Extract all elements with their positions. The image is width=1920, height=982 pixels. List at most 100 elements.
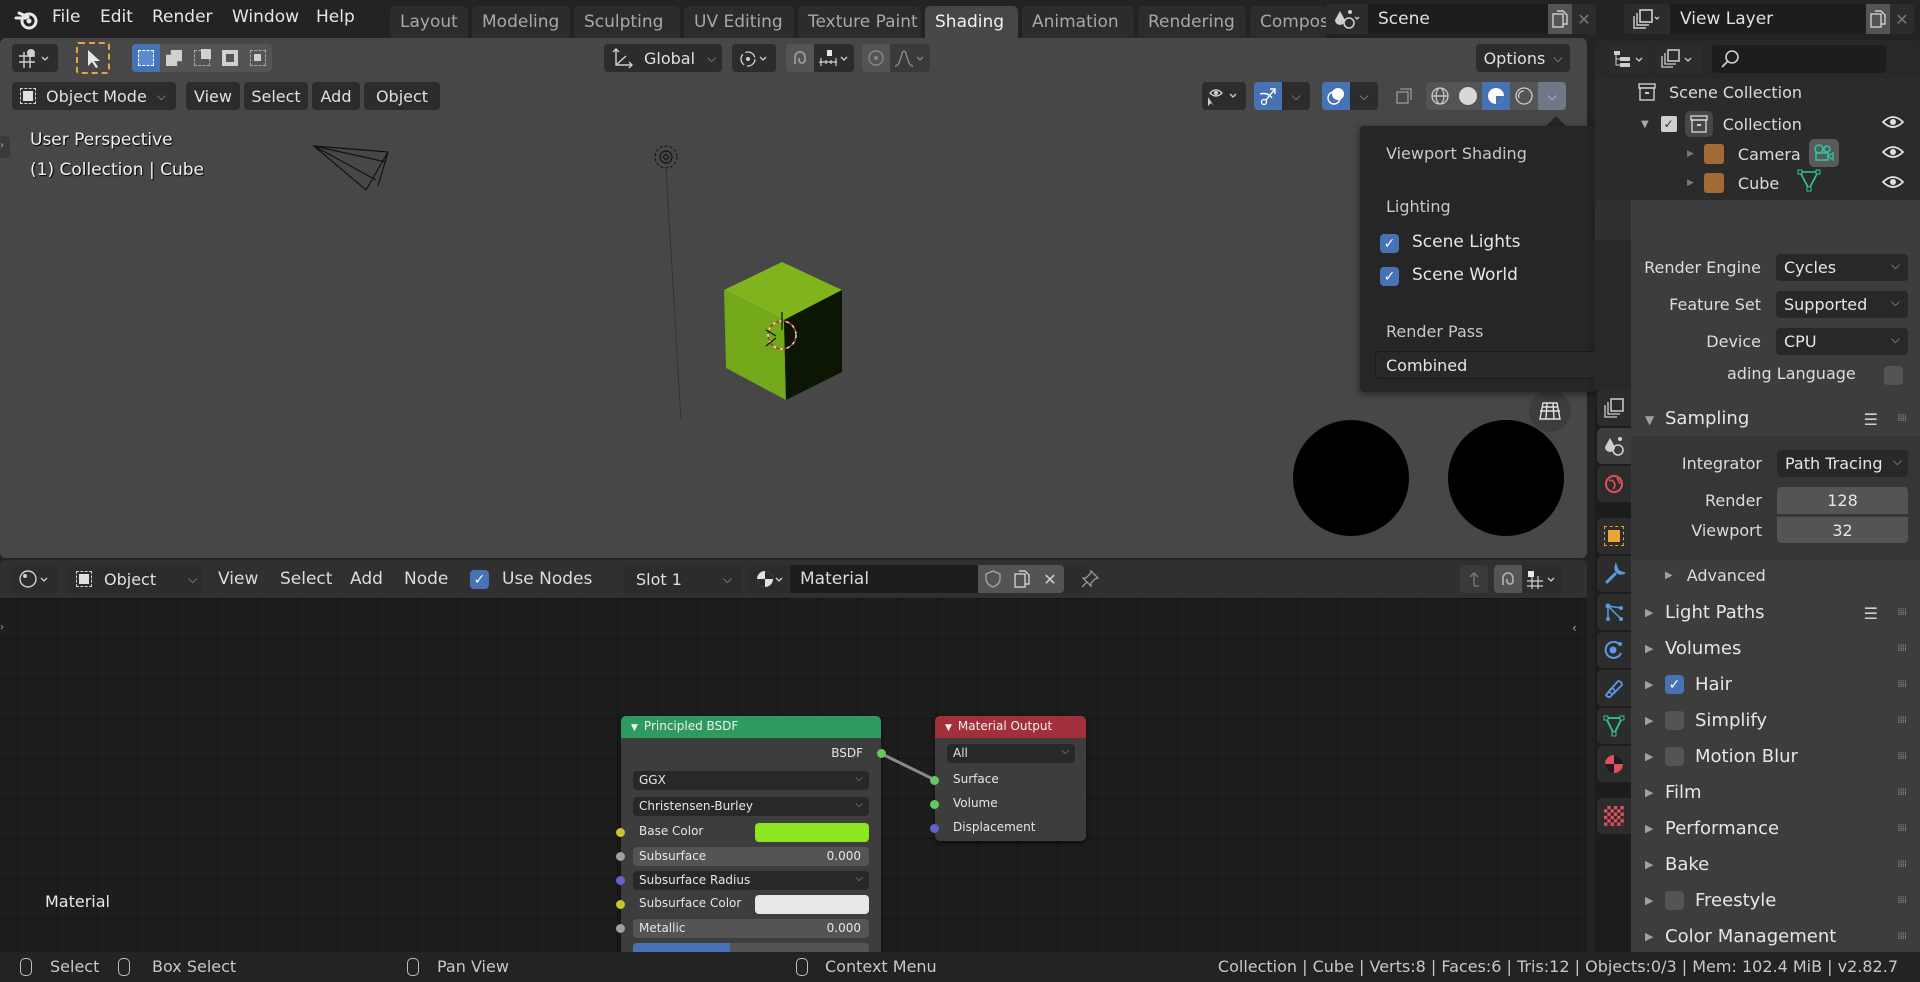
drag-handle-icon[interactable]: ⁞⁞⁞⁞ [1897, 823, 1907, 834]
expand-arrow-icon[interactable]: ▶ [1665, 570, 1673, 581]
subsurface-radius-socket[interactable] [616, 876, 625, 885]
panel-bake[interactable]: ▶ Bake ⁞⁞⁞⁞ [1631, 848, 1920, 882]
scene-selector[interactable]: Scene ✕ [1326, 4, 1596, 34]
tab-layout[interactable]: Layout [390, 6, 468, 38]
camera-visibility-eye-icon[interactable] [1882, 144, 1904, 160]
panel-volumes[interactable]: ▶ Volumes ⁞⁞⁞⁞ [1631, 632, 1920, 666]
outliner-item-camera[interactable]: ▶ Camera [1687, 144, 1801, 164]
panel-enable-checkbox[interactable] [1665, 747, 1684, 766]
toggle-camera-view-icon[interactable] [1529, 390, 1571, 432]
tab-scene[interactable] [1597, 428, 1631, 464]
expand-arrow-icon[interactable]: ▶ [1645, 894, 1653, 907]
integrator-dropdown[interactable]: Path Tracing ⌵ [1777, 450, 1908, 477]
device-dropdown[interactable]: CPU ⌵ [1776, 328, 1908, 355]
tab-material[interactable] [1597, 746, 1631, 782]
drag-handle-icon[interactable]: ⁞⁞⁞⁞ [1897, 607, 1907, 618]
material-browse-icon[interactable] [752, 567, 788, 591]
volume-socket[interactable] [930, 800, 939, 809]
expand-arrow-icon[interactable]: ▶ [1645, 642, 1653, 655]
base-color-swatch[interactable] [755, 823, 869, 842]
specular-slider[interactable] [633, 943, 869, 952]
mesh-data-icon[interactable] [1797, 169, 1821, 197]
use-nodes-label[interactable]: Use Nodes [502, 569, 592, 589]
panel-simplify[interactable]: ▶ Simplify ⁞⁞⁞⁞ [1631, 704, 1920, 738]
cube-object[interactable] [724, 262, 842, 400]
bsdf-output-socket[interactable] [877, 749, 886, 758]
panel-enable-checkbox[interactable]: ✓ [1665, 675, 1684, 694]
surface-socket[interactable] [930, 776, 939, 785]
drag-handle-icon[interactable]: ⁞⁞⁞⁞ [1897, 643, 1907, 654]
principled-bsdf-header[interactable]: ▼ Principled BSDF [621, 716, 881, 738]
panel-enable-checkbox[interactable] [1665, 891, 1684, 910]
tab-texture-paint[interactable]: Texture Paint [798, 6, 921, 38]
tab-particles[interactable] [1597, 594, 1631, 630]
outliner-item-cube[interactable]: ▶ Cube [1687, 173, 1779, 193]
cube-visibility-eye-icon[interactable] [1882, 174, 1904, 190]
delete-view-layer-icon[interactable]: ✕ [1890, 4, 1914, 34]
scene-icon[interactable] [1330, 7, 1366, 31]
parent-node-tree-icon[interactable] [1460, 565, 1488, 593]
tab-animation[interactable]: Animation [1022, 6, 1134, 38]
expand-arrow-icon[interactable]: ▶ [1645, 606, 1653, 619]
delete-scene-icon[interactable]: ✕ [1572, 4, 1596, 34]
panel-film[interactable]: ▶ Film ⁞⁞⁞⁞ [1631, 776, 1920, 810]
outliner-search-input[interactable] [1712, 45, 1886, 73]
tab-modifiers[interactable] [1597, 556, 1631, 592]
menu-add[interactable]: Add [350, 569, 383, 589]
subsurface-radius-dropdown[interactable]: Subsurface Radius ⌵ [633, 871, 869, 890]
new-material-icon[interactable] [1008, 565, 1036, 593]
editor-type-dropdown[interactable] [12, 565, 58, 593]
advanced-subpanel-header[interactable]: ▶ Advanced [1665, 566, 1766, 585]
menu-file[interactable]: File [52, 7, 80, 27]
use-nodes-checkbox[interactable]: ✓ [470, 570, 489, 589]
new-view-layer-icon[interactable] [1866, 4, 1890, 34]
tab-constraints[interactable] [1597, 670, 1631, 706]
pin-icon[interactable] [1076, 565, 1104, 593]
material-output-node[interactable]: ▼ Material Output All ⌵ Surface Volume Di… [930, 716, 1086, 841]
camera-data-icon[interactable] [1809, 139, 1839, 167]
drag-handle-icon[interactable]: ⁞⁞⁞⁞ [1897, 931, 1907, 942]
panel-hair[interactable]: ▶ ✓ Hair ⁞⁞⁞⁞ [1631, 668, 1920, 702]
collapse-icon[interactable]: ▼ [631, 723, 638, 733]
shader-type-dropdown[interactable]: Object ⌵ [68, 565, 202, 593]
menu-help[interactable]: Help [316, 7, 355, 27]
drag-handle-icon[interactable]: ⁞⁞⁞⁞ [1897, 787, 1907, 798]
expand-arrow-icon[interactable]: ▶ [1645, 714, 1653, 727]
tab-rendering[interactable]: Rendering [1138, 6, 1246, 38]
menu-view[interactable]: View [218, 569, 258, 589]
collection-visibility-eye-icon[interactable] [1882, 114, 1904, 130]
metallic-slider[interactable]: Metallic 0.000 [633, 919, 869, 938]
fake-user-shield-icon[interactable] [978, 565, 1008, 593]
collection-exclude-checkbox[interactable]: ✓ [1660, 116, 1677, 132]
slot-dropdown[interactable]: Slot 1 ⌵ [624, 565, 742, 593]
tab-object-data[interactable] [1597, 708, 1631, 744]
output-target-dropdown[interactable]: All ⌵ [947, 744, 1075, 763]
tab-shading[interactable]: Shading [925, 6, 1018, 38]
osl-checkbox[interactable] [1884, 366, 1903, 385]
expand-arrow-icon[interactable]: ▶ [1687, 149, 1694, 159]
menu-render[interactable]: Render [152, 7, 213, 27]
node-editor-canvas[interactable]: › ‹ ▼ Principled BSDF BSDF GGX ⌵ Christen… [0, 598, 1587, 952]
camera-object[interactable] [312, 145, 389, 191]
collapse-arrow-icon[interactable]: ▼ [1645, 413, 1654, 427]
tab-texture[interactable] [1597, 798, 1631, 834]
feature-set-dropdown[interactable]: Supported ⌵ [1776, 291, 1908, 318]
tab-modeling[interactable]: Modeling [472, 6, 570, 38]
expand-arrow-icon[interactable]: ▶ [1645, 822, 1653, 835]
drag-handle-icon[interactable]: ⁞⁞⁞⁞ [1897, 413, 1907, 424]
expand-arrow-icon[interactable]: ▼ [1641, 119, 1649, 130]
menu-window[interactable]: Window [232, 7, 299, 27]
expand-arrow-icon[interactable]: ▶ [1645, 678, 1653, 691]
tab-view-layer[interactable] [1597, 390, 1631, 426]
menu-edit[interactable]: Edit [100, 7, 133, 27]
panel-enable-checkbox[interactable] [1665, 711, 1684, 730]
material-selector[interactable]: Material ✕ [748, 565, 1088, 593]
node-snap-target-dropdown[interactable] [1522, 565, 1562, 593]
panel-performance[interactable]: ▶ Performance ⁞⁞⁞⁞ [1631, 812, 1920, 846]
subsurface-method-dropdown[interactable]: Christensen-Burley ⌵ [633, 797, 869, 816]
menu-node[interactable]: Node [404, 569, 448, 589]
drag-handle-icon[interactable]: ⁞⁞⁞⁞ [1897, 859, 1907, 870]
view-layer-icon[interactable] [1628, 7, 1668, 31]
viewport-samples-field[interactable]: 32 [1777, 516, 1908, 543]
blender-logo-icon[interactable] [14, 6, 40, 32]
